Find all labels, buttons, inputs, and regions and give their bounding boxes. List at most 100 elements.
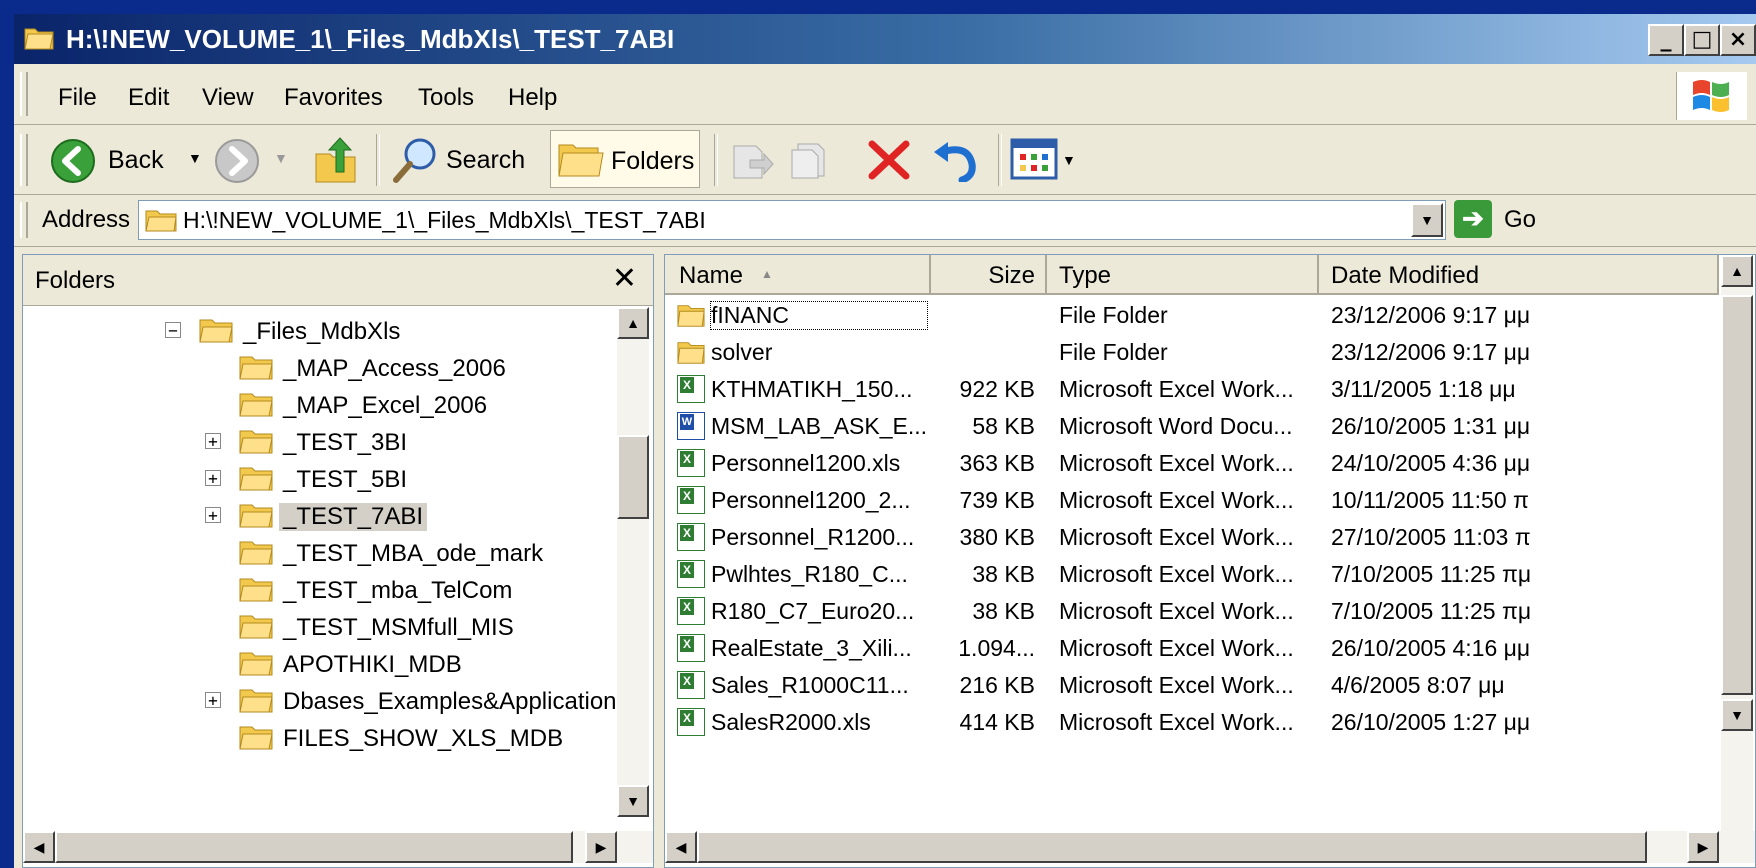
file-name: R180_C7_Euro20... xyxy=(711,598,915,624)
folder-icon xyxy=(239,430,273,454)
scroll-left-button[interactable]: ◀ xyxy=(23,831,55,863)
minimize-button[interactable]: _ xyxy=(1648,24,1684,56)
go-arrow-icon[interactable]: ➔ xyxy=(1454,200,1492,238)
tree-node[interactable]: _MAP_Excel_2006 xyxy=(23,387,615,423)
tree-node[interactable]: + _TEST_7ABI xyxy=(23,498,615,534)
go-button[interactable]: Go xyxy=(1504,206,1536,234)
menu-edit[interactable]: Edit xyxy=(128,84,169,112)
up-folder-icon[interactable] xyxy=(314,136,358,184)
tree-node-label[interactable]: _TEST_mba_TelCom xyxy=(279,577,516,605)
expand-icon[interactable]: + xyxy=(205,692,221,709)
tree-node-label[interactable]: _TEST_MBA_ode_mark xyxy=(279,540,547,568)
file-row[interactable]: RealEstate_3_Xili... 1.094... Microsoft Ex… xyxy=(665,630,1719,667)
file-row[interactable]: Pwlhtes_R180_C... 38 KB Microsoft Excel Wo… xyxy=(665,556,1719,593)
menubar-grip[interactable] xyxy=(20,72,28,116)
scroll-down-button[interactable]: ▼ xyxy=(1721,699,1753,731)
tree-node[interactable]: APOTHIKI_MDB xyxy=(23,646,615,682)
tree-node[interactable]: − _Files_MdbXls xyxy=(23,313,615,349)
tree-node[interactable]: _TEST_MBA_ode_mark xyxy=(23,535,615,571)
scroll-thumb[interactable] xyxy=(617,435,649,519)
scroll-right-button[interactable]: ▶ xyxy=(585,831,617,863)
forward-button[interactable]: ▼ xyxy=(214,134,294,186)
menu-view[interactable]: View xyxy=(202,84,254,112)
file-row[interactable]: solver File Folder 23/12/2006 9:17 μμ xyxy=(665,334,1719,371)
menu-file[interactable]: File xyxy=(58,84,97,112)
scroll-down-button[interactable]: ▼ xyxy=(617,785,649,817)
collapse-icon[interactable]: − xyxy=(165,322,181,339)
file-row[interactable]: KTHMATIKH_150... 922 KB Microsoft Excel Wo… xyxy=(665,371,1719,408)
column-header-date-modified[interactable]: Date Modified xyxy=(1319,255,1719,295)
move-to-icon[interactable] xyxy=(730,140,774,180)
file-row[interactable]: R180_C7_Euro20... 38 KB Microsoft Excel Wo… xyxy=(665,593,1719,630)
scroll-left-button[interactable]: ◀ xyxy=(665,831,697,863)
tree-node-label[interactable]: _MAP_Access_2006 xyxy=(279,355,510,383)
column-size-label: Size xyxy=(988,262,1035,289)
toolbar-grip[interactable] xyxy=(20,134,28,186)
files-horizontal-scrollbar[interactable]: ◀ ▶ xyxy=(665,831,1755,863)
back-dropdown-icon[interactable]: ▼ xyxy=(188,150,202,166)
file-type: File Folder xyxy=(1059,302,1168,328)
tree-node-label[interactable]: FILES_SHOW_XLS_MDB xyxy=(279,725,567,753)
tree-node-label[interactable]: Dbases_Examples&Applications xyxy=(279,688,615,716)
toolbar-separator xyxy=(714,134,718,186)
views-button[interactable]: ▼ xyxy=(1010,136,1080,184)
expand-icon[interactable]: + xyxy=(205,433,221,450)
address-dropdown-button[interactable]: ▼ xyxy=(1411,203,1443,237)
tree-node[interactable]: _TEST_mba_TelCom xyxy=(23,572,615,608)
menu-favorites[interactable]: Favorites xyxy=(284,84,383,112)
tree-node[interactable]: + _TEST_3BI xyxy=(23,424,615,460)
search-label: Search xyxy=(446,146,526,174)
undo-icon[interactable] xyxy=(930,138,980,182)
tree-node[interactable]: _TEST_MSMfull_MIS xyxy=(23,609,615,645)
scroll-up-button[interactable]: ▲ xyxy=(617,307,649,339)
scroll-right-button[interactable]: ▶ xyxy=(1687,831,1719,863)
close-button[interactable]: × xyxy=(1720,24,1756,56)
file-row[interactable]: SalesR2000.xls 414 KB Microsoft Excel Work… xyxy=(665,704,1719,741)
tree-node-label[interactable]: APOTHIKI_MDB xyxy=(279,651,466,679)
file-row[interactable]: Personnel1200.xls 363 KB Microsoft Excel W… xyxy=(665,445,1719,482)
files-vertical-scrollbar[interactable]: ▲ ▼ xyxy=(1721,255,1753,831)
addressbar-grip[interactable] xyxy=(20,202,28,238)
tree-node-label[interactable]: _TEST_3BI xyxy=(279,429,411,457)
tree-node[interactable]: FILES_SHOW_XLS_MDB xyxy=(23,720,615,756)
expand-icon[interactable]: + xyxy=(205,507,221,524)
file-type: Microsoft Excel Work... xyxy=(1059,635,1294,661)
menu-help[interactable]: Help xyxy=(508,84,557,112)
address-input[interactable]: H:\!NEW_VOLUME_1\_Files_MdbXls\_TEST_7AB… xyxy=(138,200,1446,240)
menu-tools[interactable]: Tools xyxy=(418,84,474,112)
column-header-name[interactable]: Name ▲ xyxy=(665,255,931,295)
tree-node-label[interactable]: _TEST_7ABI xyxy=(279,503,428,531)
back-button[interactable]: Back ▼ xyxy=(48,134,208,186)
scroll-thumb[interactable] xyxy=(1721,295,1753,695)
tree-node-label[interactable]: _Files_MdbXls xyxy=(239,318,404,346)
expand-icon[interactable]: + xyxy=(205,470,221,487)
file-row[interactable]: Personnel_R1200... 380 KB Microsoft Excel … xyxy=(665,519,1719,556)
forward-dropdown-icon[interactable]: ▼ xyxy=(274,150,288,166)
title-bar[interactable]: H:\!NEW_VOLUME_1\_Files_MdbXls\_TEST_7AB… xyxy=(14,14,1756,64)
search-button[interactable]: Search xyxy=(388,134,538,186)
tree-node[interactable]: + _TEST_5BI xyxy=(23,461,615,497)
folders-pane-close-icon[interactable]: ✕ xyxy=(612,261,637,296)
tree-node[interactable]: _MAP_Access_2006 xyxy=(23,350,615,386)
folders-button[interactable]: Folders xyxy=(550,130,700,188)
maximize-button[interactable]: □ xyxy=(1684,24,1720,56)
tree-node-label[interactable]: _MAP_Excel_2006 xyxy=(279,392,491,420)
tree-node[interactable]: + Dbases_Examples&Applications xyxy=(23,683,615,719)
file-row[interactable]: fINANC File Folder 23/12/2006 9:17 μμ xyxy=(665,297,1719,334)
scroll-thumb[interactable] xyxy=(697,831,1647,863)
folders-horizontal-scrollbar[interactable]: ◀ ▶ xyxy=(23,831,653,863)
folders-vertical-scrollbar[interactable]: ▲ ▼ xyxy=(617,307,649,817)
file-date: 7/10/2005 11:25 πμ xyxy=(1331,561,1532,587)
tree-node-label[interactable]: _TEST_5BI xyxy=(279,466,411,494)
column-header-size[interactable]: Size xyxy=(931,255,1047,295)
column-header-type[interactable]: Type xyxy=(1047,255,1319,295)
file-row[interactable]: Sales_R1000C11... 216 KB Microsoft Excel W… xyxy=(665,667,1719,704)
file-row[interactable]: Personnel1200_2... 739 KB Microsoft Excel … xyxy=(665,482,1719,519)
scroll-thumb[interactable] xyxy=(55,831,573,863)
tree-node-label[interactable]: _TEST_MSMfull_MIS xyxy=(279,614,518,642)
copy-to-icon[interactable] xyxy=(790,140,834,180)
file-row[interactable]: MSM_LAB_ASK_E... 58 KB Microsoft Word Docu… xyxy=(665,408,1719,445)
folder-icon xyxy=(677,342,705,364)
scroll-up-button[interactable]: ▲ xyxy=(1721,255,1753,287)
delete-icon[interactable] xyxy=(866,138,912,182)
